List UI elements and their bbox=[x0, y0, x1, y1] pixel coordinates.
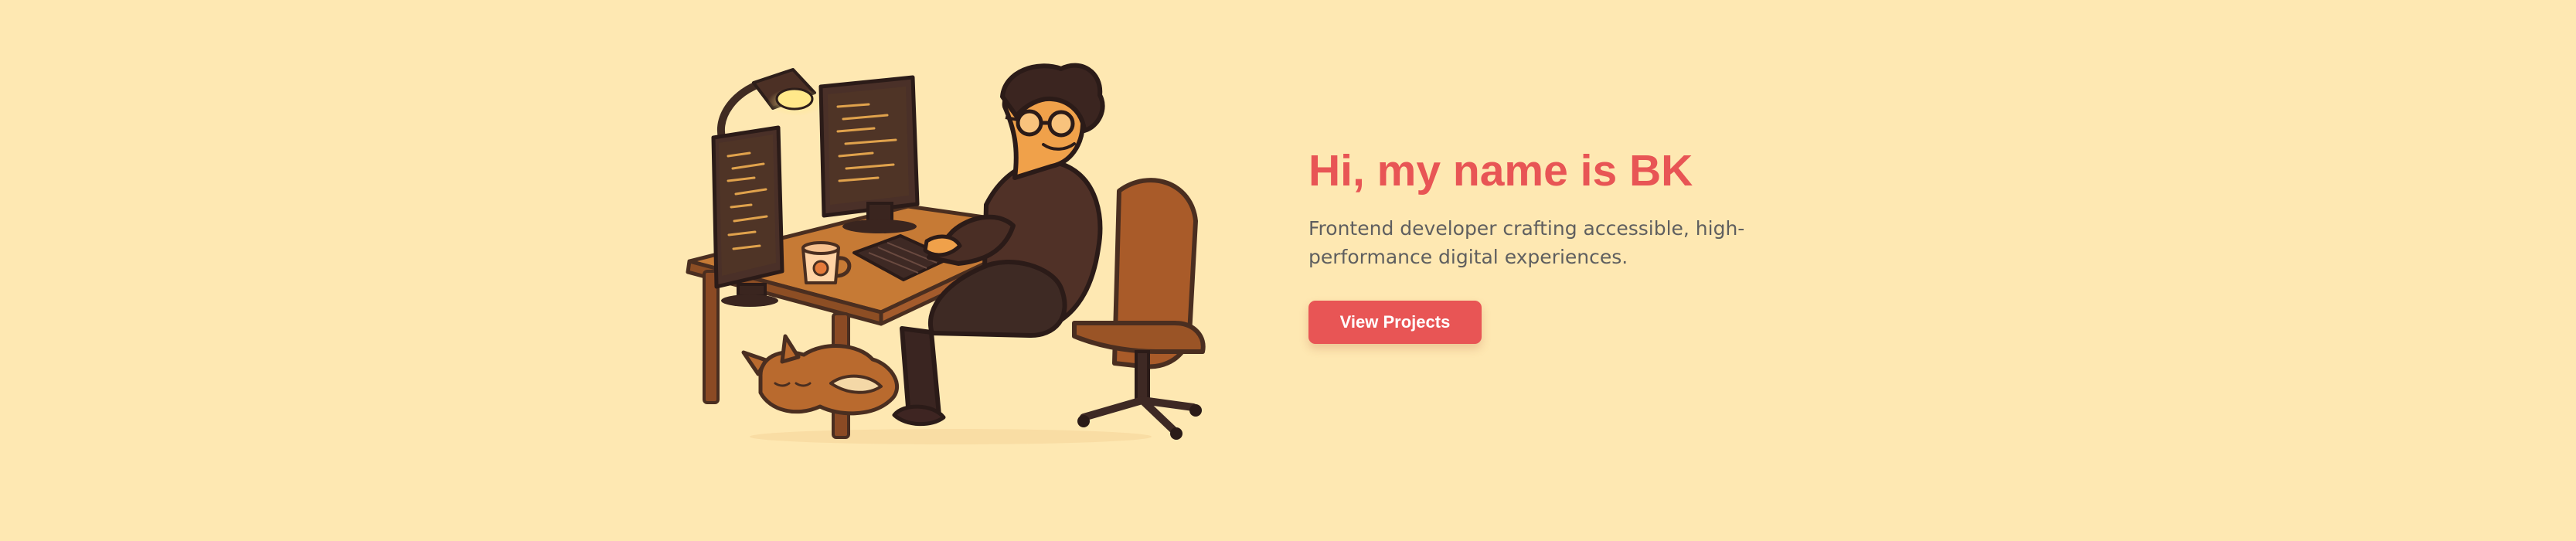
intro-panel: Hi, my name is BK Frontend developer cra… bbox=[1308, 143, 1896, 344]
developer-illustration bbox=[680, 54, 1206, 448]
developer-person bbox=[892, 63, 1105, 427]
hero-section: Hi, my name is BK Frontend developer cra… bbox=[0, 0, 2576, 541]
developer-at-desk-illustration bbox=[686, 63, 1206, 444]
hero-description: Frontend developer crafting accessible, … bbox=[1308, 217, 1745, 268]
floor-shadow bbox=[750, 429, 1152, 444]
view-projects-button[interactable]: View Projects bbox=[1308, 301, 1482, 344]
sleeping-pet bbox=[741, 334, 900, 416]
hero-heading: Hi, my name is BK bbox=[1308, 146, 1693, 196]
